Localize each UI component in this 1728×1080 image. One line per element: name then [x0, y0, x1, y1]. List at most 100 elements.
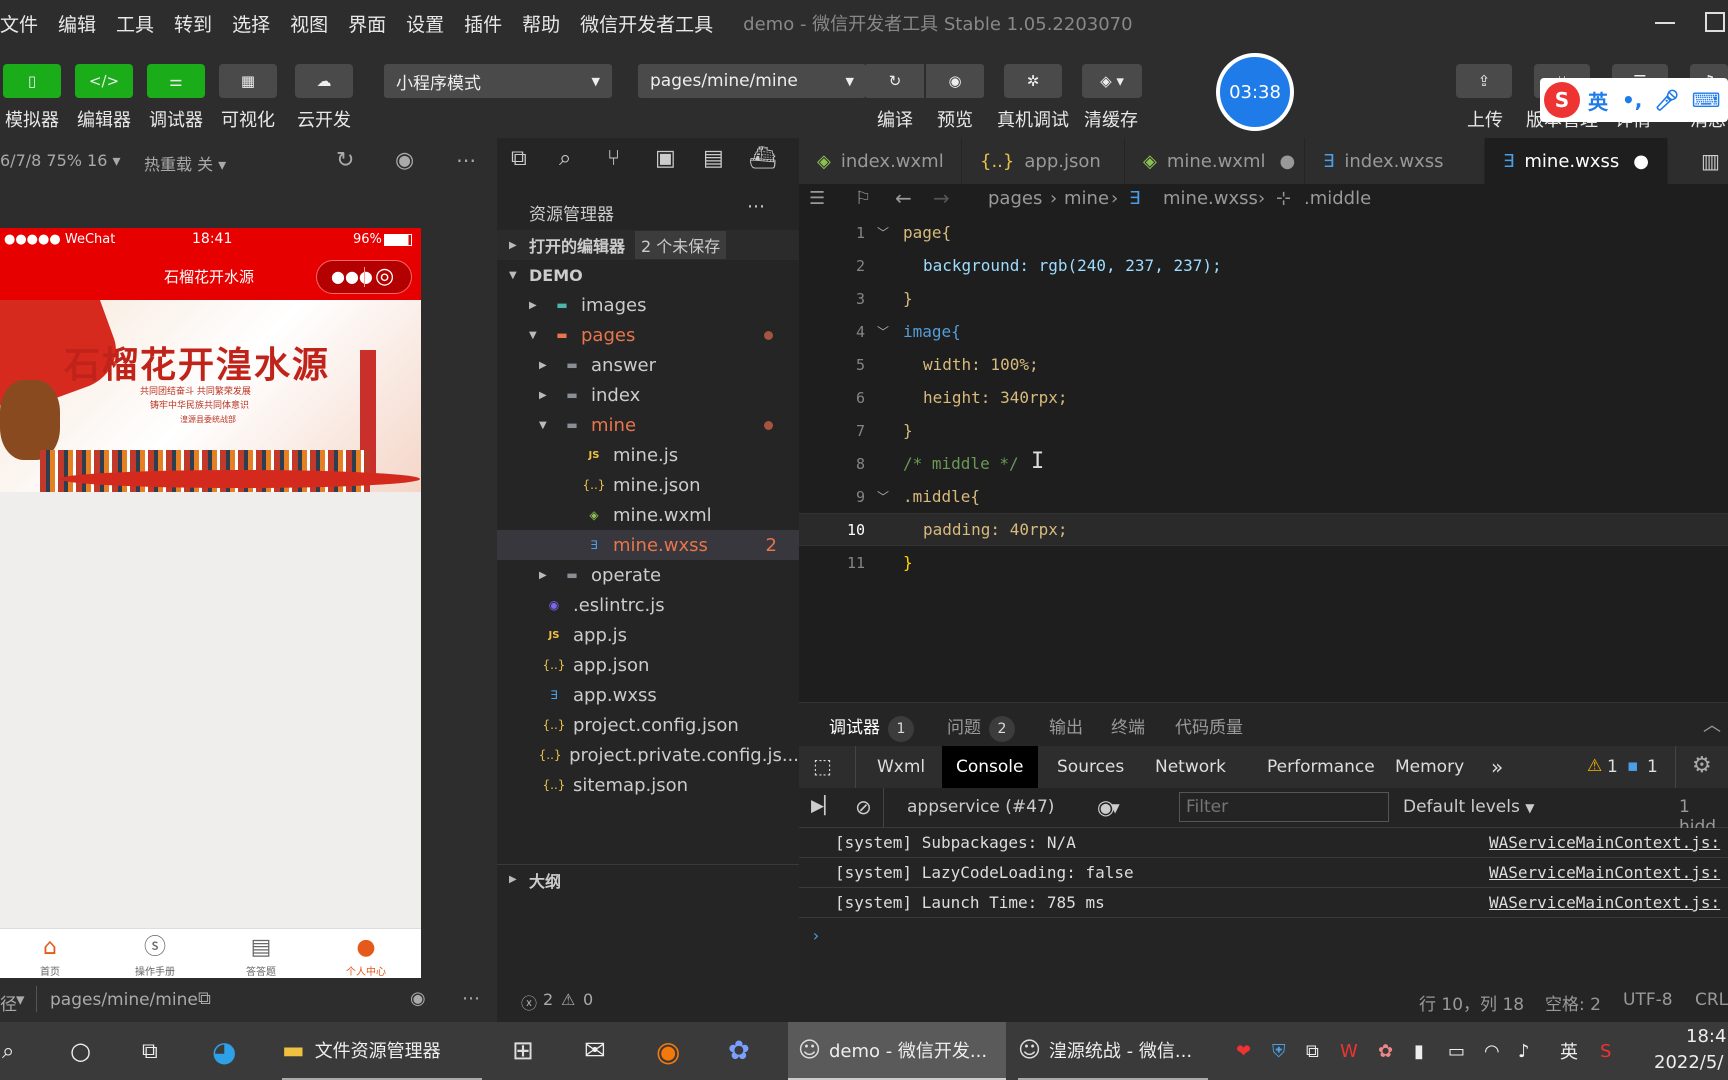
upload-button[interactable]: ⇪: [1456, 64, 1512, 98]
tree-item[interactable]: {..} project.config.json: [497, 710, 799, 740]
tab-index-wxml[interactable]: ◈ index.wxml: [799, 138, 962, 184]
compile-button[interactable]: ↻: [866, 64, 924, 98]
crumb-pages[interactable]: pages: [988, 188, 1042, 209]
forward-icon[interactable]: →: [933, 186, 950, 210]
error-icon[interactable]: ⓧ: [521, 990, 537, 1014]
close-circle-icon[interactable]: ◎: [375, 264, 394, 289]
tab-terminal[interactable]: 终端: [1111, 713, 1145, 738]
copy-icon[interactable]: ⧉: [198, 988, 211, 1009]
eye-icon[interactable]: ◉: [410, 988, 426, 1009]
context-select[interactable]: appservice (#47) ▼: [907, 797, 1120, 817]
more-icon[interactable]: ⋯: [462, 988, 480, 1009]
mic-icon[interactable]: ▮: [1414, 1022, 1424, 1080]
tab-network[interactable]: Network: [1155, 757, 1226, 777]
menu-item[interactable]: 帮助: [522, 10, 560, 37]
crumb-symbol[interactable]: .middle: [1304, 188, 1371, 209]
levels-select[interactable]: Default levels ▼: [1403, 797, 1534, 817]
eol[interactable]: CRL: [1695, 990, 1728, 1010]
hot-reload-select[interactable]: 热重载 关 ▾: [144, 151, 226, 175]
tree-item[interactable]: {..} sitemap.json: [497, 770, 799, 800]
files-icon[interactable]: ⧉: [511, 146, 527, 171]
taskbar-demo[interactable]: ☺ demo - 微信开发...: [788, 1022, 1006, 1080]
editor-toggle-button[interactable]: </>: [75, 64, 133, 98]
mode-select[interactable]: 小程序模式 ▼: [384, 64, 612, 98]
debugger-toggle-button[interactable]: ⚌: [147, 64, 205, 98]
volume-icon[interactable]: ♪: [1518, 1022, 1530, 1080]
console-source-link[interactable]: WAServiceMainContext.js:: [1489, 833, 1720, 852]
device-select[interactable]: 6/7/8 75% 16 ▾: [0, 151, 121, 170]
tree-item[interactable]: ▶ ▬ answer: [497, 350, 799, 380]
gear-icon[interactable]: ⚙: [1692, 753, 1712, 778]
tab-mine-wxml[interactable]: ◈ mine.wxml ●: [1125, 138, 1305, 184]
tab-memory[interactable]: Memory: [1395, 757, 1464, 777]
ime-lang[interactable]: 英: [1588, 86, 1608, 115]
menu-item[interactable]: 选择: [232, 10, 270, 37]
simulator-toggle-button[interactable]: ▯: [3, 64, 61, 98]
keyboard-icon[interactable]: ⌨: [1692, 88, 1721, 112]
tree-item[interactable]: ▼ ▬ mine: [497, 410, 799, 440]
shield-icon[interactable]: ⛨: [1272, 1022, 1286, 1080]
menu-item[interactable]: 微信开发者工具: [580, 10, 713, 37]
tab-performance[interactable]: Performance: [1267, 757, 1375, 777]
clear-cache-button[interactable]: ◈ ▾: [1082, 64, 1142, 98]
menu-item[interactable]: 编辑: [58, 10, 96, 37]
rotate-icon[interactable]: ↻: [336, 148, 354, 173]
tree-item[interactable]: ▶ ▬ index: [497, 380, 799, 410]
tab-debugger[interactable]: 调试器 1: [829, 713, 914, 747]
unsaved-dot-icon[interactable]: ●: [1280, 151, 1296, 172]
menu-item[interactable]: 界面: [348, 10, 386, 37]
layout-icon[interactable]: ▤: [703, 146, 724, 171]
docker-icon[interactable]: ⛴: [749, 146, 777, 171]
fold-icon[interactable]: ﹀: [877, 488, 889, 505]
tree-item[interactable]: ◈ mine.wxml: [497, 500, 799, 530]
console-prompt-icon[interactable]: ›: [811, 926, 821, 945]
split-editor-icon[interactable]: ▥: [1701, 149, 1720, 173]
eye-icon[interactable]: ◉: [1097, 795, 1114, 819]
tree-item[interactable]: ▶ ▬ operate: [497, 560, 799, 590]
capsule-button[interactable]: ●●● ◎: [316, 260, 412, 294]
console-filter-input[interactable]: [1179, 792, 1389, 822]
fold-icon[interactable]: ﹀: [877, 224, 889, 241]
warning-icon[interactable]: ⚠: [561, 990, 575, 1009]
tree-item[interactable]: ◉ .eslintrc.js: [497, 590, 799, 620]
taskbar-wechat[interactable]: ☺ 湟源统战 - 微信...: [1018, 1022, 1208, 1080]
git-icon[interactable]: ⑂: [607, 146, 620, 171]
ime-indicator[interactable]: 英: [1560, 1022, 1578, 1080]
tree-item[interactable]: ∃ app.wxss: [497, 680, 799, 710]
tree-item[interactable]: {..} mine.json: [497, 470, 799, 500]
task-view-icon[interactable]: ⧉: [142, 1022, 158, 1080]
tab-wxml[interactable]: Wxml: [877, 757, 925, 777]
menu-item[interactable]: 视图: [290, 10, 328, 37]
tab-console[interactable]: Console: [942, 746, 1038, 788]
unsaved-dot-icon[interactable]: ●: [1633, 151, 1649, 172]
tab-home[interactable]: ⌂ 首页: [0, 929, 100, 979]
edge-icon[interactable]: ◕: [212, 1022, 236, 1080]
search-icon[interactable]: ⌕: [559, 146, 571, 171]
minimize-button[interactable]: [1655, 22, 1675, 24]
list-icon[interactable]: ☰: [809, 188, 825, 209]
visual-toggle-button[interactable]: ▦: [219, 64, 277, 98]
tab-sources[interactable]: Sources: [1057, 757, 1124, 777]
tree-item[interactable]: {..} project.private.config.js...: [497, 740, 799, 770]
code-editor[interactable]: 1 ﹀ page{ 2 background: rgb(240, 237, 237);…: [799, 216, 1728, 702]
inspect-icon[interactable]: ⬚: [813, 754, 832, 778]
cloud-dev-button[interactable]: ☁: [295, 64, 353, 98]
indentation[interactable]: 空格: 2: [1545, 990, 1601, 1015]
tree-item[interactable]: JS app.js: [497, 620, 799, 650]
app-icon[interactable]: ✿: [728, 1022, 750, 1080]
preview-button[interactable]: ◉: [926, 64, 984, 98]
tree-item[interactable]: ▶ ▬ images: [497, 290, 799, 320]
outline-section[interactable]: ▶ 大纲: [497, 864, 799, 894]
battery-icon[interactable]: ▭: [1448, 1022, 1465, 1080]
store-icon[interactable]: ⊞: [512, 1022, 534, 1080]
project-section[interactable]: ▼ DEMO: [497, 260, 799, 290]
page-select[interactable]: pages/mine/mine ▼: [638, 64, 866, 98]
menu-item[interactable]: 设置: [406, 10, 444, 37]
tab-mine-wxss[interactable]: ∃ mine.wxss ●: [1485, 138, 1668, 184]
copy-icon[interactable]: ⧉: [1306, 1022, 1319, 1080]
more-icon[interactable]: ⋯: [747, 196, 765, 217]
flower-icon[interactable]: ✿: [1378, 1022, 1393, 1080]
tree-item[interactable]: ∃ mine.wxss 2: [497, 530, 799, 560]
stop-icon[interactable]: ◉: [395, 148, 414, 173]
ime-toolbar[interactable]: S 英 •, 🎤︎ ⌨: [1540, 78, 1728, 122]
